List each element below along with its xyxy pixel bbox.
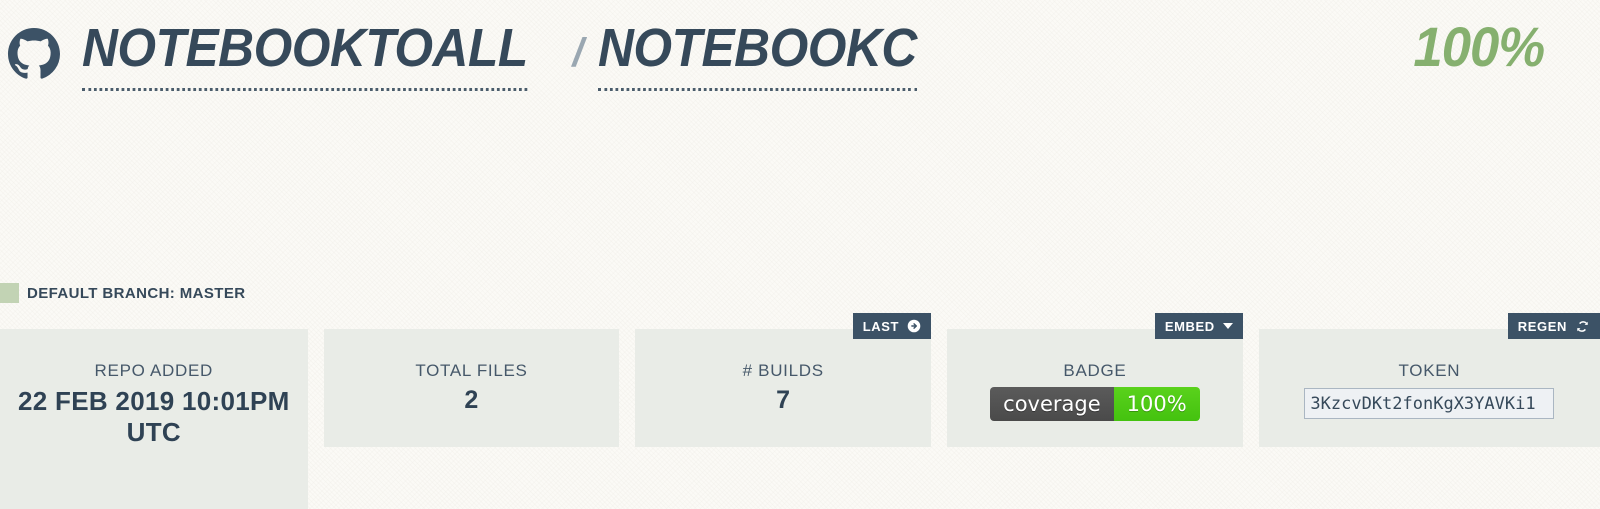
coverage-dashboard: NotebookToAll / notebookc 100% DEFAULT B… <box>0 0 1600 509</box>
last-build-label: LAST <box>862 318 900 334</box>
card-value: 2 <box>464 386 479 414</box>
arrow-circle-right-icon <box>907 319 921 333</box>
card-builds: LAST # BUILDS 7 <box>635 313 932 447</box>
card-repo-added: REPO ADDED 22 FEB 2019 10:01PM UTC <box>0 329 308 509</box>
branch-color-swatch <box>0 283 19 303</box>
coverage-badge-right: 100% <box>1113 387 1200 421</box>
card-token: REGEN TOKEN <box>1258 313 1600 447</box>
coverage-badge[interactable]: coverage 100% <box>990 387 1200 421</box>
refresh-icon <box>1577 320 1588 332</box>
breadcrumb: NotebookToAll / notebookc <box>82 17 944 91</box>
card-label: TOKEN <box>1398 361 1461 380</box>
chevron-down-icon <box>1222 323 1233 329</box>
page-header: NotebookToAll / notebookc 100% <box>0 0 1600 108</box>
last-build-button[interactable]: LAST <box>852 313 932 339</box>
github-icon <box>8 28 60 79</box>
embed-badge-button[interactable]: EMBED <box>1154 313 1243 339</box>
breadcrumb-repo-link[interactable]: notebookc <box>597 17 917 91</box>
card-label: BADGE <box>1063 361 1127 380</box>
embed-label: EMBED <box>1164 318 1215 334</box>
card-label: TOTAL FILES <box>415 361 528 380</box>
token-input[interactable] <box>1304 388 1555 419</box>
card-value: 22 FEB 2019 10:01PM UTC <box>17 386 290 447</box>
card-total-files: TOTAL FILES 2 <box>323 329 620 447</box>
regen-token-button[interactable]: REGEN <box>1507 313 1600 339</box>
coverage-badge-left: coverage <box>990 387 1114 421</box>
breadcrumb-separator: / <box>572 31 584 75</box>
default-branch-row: DEFAULT BRANCH: MASTER <box>0 283 246 303</box>
card-label: # BUILDS <box>742 361 824 380</box>
card-label: REPO ADDED <box>94 361 214 380</box>
coverage-percent: 100% <box>1413 15 1545 78</box>
breadcrumb-owner-link[interactable]: NotebookToAll <box>82 17 528 91</box>
card-badge: EMBED BADGE coverage 100% <box>947 313 1243 447</box>
default-branch-label: DEFAULT BRANCH: MASTER <box>27 284 246 302</box>
regen-label: REGEN <box>1517 318 1568 334</box>
stats-card-row: REPO ADDED 22 FEB 2019 10:01PM UTC TOTAL… <box>0 313 1600 509</box>
card-value: 7 <box>776 386 791 414</box>
